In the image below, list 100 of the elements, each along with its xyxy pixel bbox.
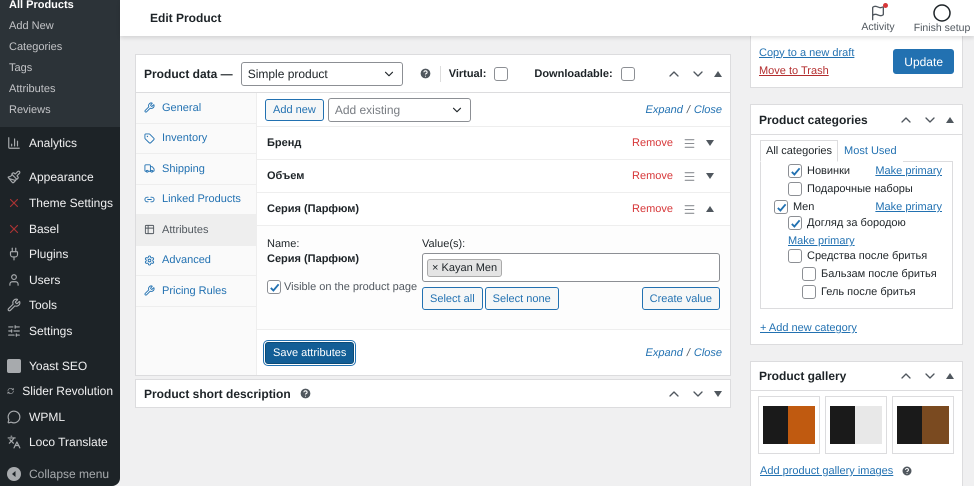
close-link[interactable]: Close xyxy=(694,346,722,358)
category-label: Новинки xyxy=(807,165,850,177)
product-tab[interactable]: Inventory xyxy=(136,124,256,154)
gallery-thumbnail[interactable] xyxy=(758,396,820,454)
help-icon xyxy=(901,465,914,477)
panel-title: Product data — xyxy=(144,66,233,80)
expand-triangle-icon[interactable] xyxy=(706,173,714,179)
category-checkbox[interactable] xyxy=(788,216,802,230)
drag-handle-icon[interactable] xyxy=(683,170,696,182)
menu-item[interactable]: Plugins xyxy=(0,241,120,267)
menu-item[interactable]: Loco Translate xyxy=(0,430,120,456)
downloadable-label: Downloadable: xyxy=(534,68,613,80)
header-action[interactable]: Finish setup xyxy=(910,2,974,34)
make-primary-link[interactable]: Make primary xyxy=(788,235,855,247)
virtual-label: Virtual: xyxy=(448,68,486,80)
expand-link[interactable]: Expand xyxy=(646,346,683,358)
attribute-row[interactable]: Бренд Remove xyxy=(257,127,730,160)
triangle-icon[interactable] xyxy=(714,390,722,396)
category-checkbox[interactable] xyxy=(774,200,788,214)
gallery-thumbnail[interactable] xyxy=(892,396,954,454)
submenu-item[interactable]: All Products xyxy=(0,0,120,16)
product-tab[interactable]: Shipping xyxy=(136,154,256,184)
make-primary-link[interactable]: Make primary xyxy=(875,165,942,177)
category-checkbox[interactable] xyxy=(802,267,816,281)
collapse-menu[interactable]: Collapse menu xyxy=(0,461,120,486)
close-link[interactable]: Close xyxy=(694,104,722,116)
menu-item[interactable]: Basel xyxy=(0,216,120,242)
attribute-name: Серия (Парфюм) xyxy=(267,253,360,265)
add-new-button[interactable]: Add new xyxy=(265,98,324,120)
remove-link[interactable]: Remove xyxy=(632,170,673,182)
photo-placeholder xyxy=(897,406,949,444)
product-type-select[interactable]: Simple product xyxy=(240,62,403,86)
remove-link[interactable]: Remove xyxy=(632,203,673,215)
gallery-thumbnail[interactable] xyxy=(825,396,887,454)
drag-handle-icon[interactable] xyxy=(683,202,696,216)
tab-icon xyxy=(144,285,155,296)
triangle-icon[interactable] xyxy=(946,116,954,122)
add-category-link[interactable]: + Add new category xyxy=(760,322,857,334)
menu-item[interactable]: Theme Settings xyxy=(0,190,120,216)
product-tab[interactable]: General xyxy=(136,93,256,124)
menu-item[interactable]: Users xyxy=(0,266,120,293)
help-icon xyxy=(298,387,312,400)
category-checkbox[interactable] xyxy=(788,164,802,178)
menu-item[interactable]: Appearance xyxy=(0,164,120,190)
add-existing-select[interactable]: Add existing xyxy=(328,98,471,122)
circle-icon xyxy=(933,4,951,22)
select-button[interactable]: Select none xyxy=(484,287,559,310)
menu-item[interactable]: Tools xyxy=(0,292,120,318)
category-checkbox[interactable] xyxy=(788,182,802,196)
update-button[interactable]: Update xyxy=(893,49,954,74)
trash-link[interactable]: Move to Trash xyxy=(759,64,854,76)
menu-item[interactable]: WPML xyxy=(0,404,120,430)
product-tab[interactable]: Attributes xyxy=(136,215,256,246)
value-chip[interactable]: × Kayan Men xyxy=(427,258,502,276)
menu-item[interactable]: Settings xyxy=(0,318,120,344)
category-checkbox[interactable] xyxy=(802,285,816,299)
checkbox[interactable] xyxy=(494,66,508,80)
select-button[interactable]: Select all xyxy=(422,287,483,310)
drag-handle-icon[interactable] xyxy=(683,136,696,150)
header-action[interactable]: Activity xyxy=(846,3,910,33)
triangle-icon[interactable] xyxy=(714,70,722,76)
attribute-name: Серия (Парфюм) xyxy=(267,203,360,215)
checkbox[interactable] xyxy=(267,280,281,294)
separator: / xyxy=(686,104,690,116)
copy-draft-link[interactable]: Copy to a new draft xyxy=(759,46,854,58)
photo-placeholder xyxy=(830,406,882,444)
triangle-icon[interactable] xyxy=(946,373,954,379)
submenu-item[interactable]: Attributes xyxy=(0,79,120,100)
menu-item[interactable]: Slider Revolution xyxy=(0,378,120,404)
expand-link[interactable]: Expand xyxy=(646,104,683,116)
expand-triangle-icon[interactable] xyxy=(706,140,714,146)
save-attributes-button[interactable]: Save attributes xyxy=(265,342,354,364)
make-primary-link[interactable]: Make primary xyxy=(875,201,942,213)
visible-label: Visible on the product page xyxy=(284,281,418,293)
submenu-item[interactable]: Tags xyxy=(0,58,120,79)
collapse-icon xyxy=(7,466,21,481)
submenu-item[interactable]: Reviews xyxy=(0,100,120,121)
menu-item[interactable]: Yoast SEO xyxy=(0,352,120,378)
product-tab[interactable]: Pricing Rules xyxy=(136,276,256,306)
values-field[interactable]: × Kayan Men xyxy=(422,253,720,282)
category-label: Догляд за бородою xyxy=(807,217,906,229)
add-gallery-link[interactable]: Add product gallery images xyxy=(760,465,894,477)
create-value-button[interactable]: Create value xyxy=(642,287,720,310)
category-tab[interactable]: All categories xyxy=(760,140,838,162)
category-label: Подарочные наборы xyxy=(807,183,913,195)
panel-title: Product gallery xyxy=(759,369,846,383)
category-checkbox[interactable] xyxy=(788,249,802,263)
collapse-triangle-icon[interactable] xyxy=(706,206,714,212)
checkbox[interactable] xyxy=(620,66,635,80)
tab-icon xyxy=(144,163,155,174)
submenu-item[interactable]: Add New xyxy=(0,16,120,37)
remove-link[interactable]: Remove xyxy=(632,137,673,149)
submenu-item[interactable]: Categories xyxy=(0,37,120,58)
attribute-row[interactable]: Объем Remove xyxy=(257,160,730,193)
attribute-name: Объем xyxy=(267,170,304,182)
tab-icon xyxy=(144,224,155,236)
menu-item[interactable]: Analytics xyxy=(0,130,120,156)
product-tab[interactable]: Advanced xyxy=(136,246,256,276)
panel-title: Product categories xyxy=(759,112,868,126)
help-icon xyxy=(418,67,432,80)
